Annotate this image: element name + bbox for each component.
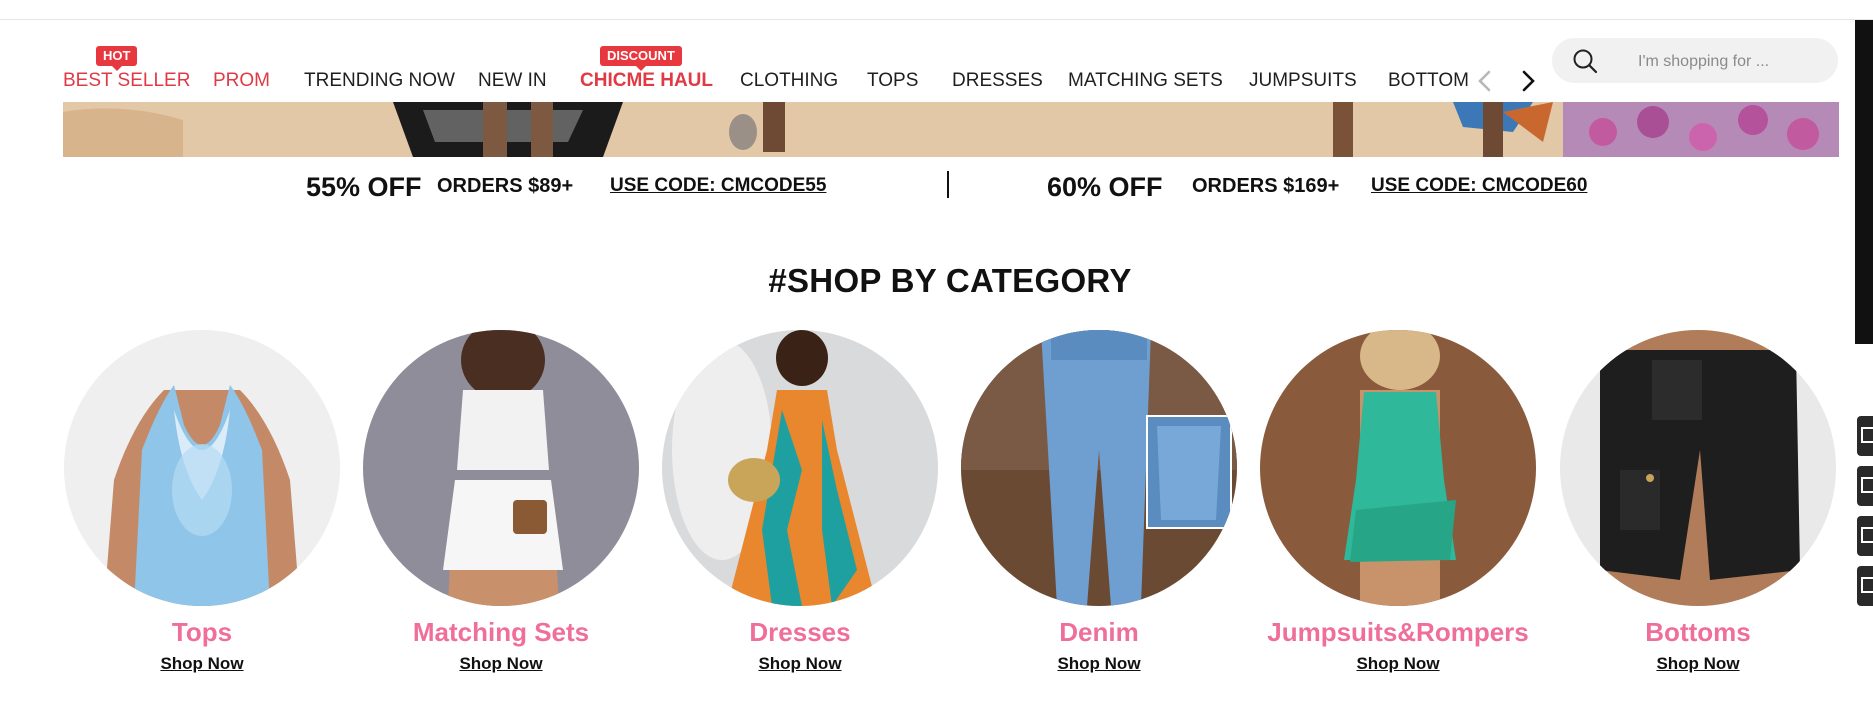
shop-now-link-bottoms[interactable]: Shop Now (1560, 654, 1836, 674)
chevron-right-icon[interactable] (1513, 64, 1543, 98)
category-card-jumpsuits-rompers: Jumpsuits&Rompers Shop Now (1260, 330, 1536, 673)
category-image-jumpsuits-rompers[interactable] (1260, 330, 1536, 606)
back-to-top-icon[interactable] (1857, 566, 1873, 606)
category-card-dresses: Dresses Shop Now (662, 330, 938, 673)
nav-dresses[interactable]: DRESSES (952, 70, 1043, 92)
promo-code-1[interactable]: USE CODE: CMCODE55 (610, 175, 826, 197)
promo-discount-1: 55% OFF (306, 172, 422, 202)
promo-code-2[interactable]: USE CODE: CMCODE60 (1371, 175, 1587, 197)
shop-now-link-denim[interactable]: Shop Now (961, 654, 1237, 674)
promo-condition-2: ORDERS $169+ (1192, 175, 1340, 197)
category-image-denim[interactable] (961, 330, 1237, 606)
search-input[interactable] (1636, 38, 1830, 85)
category-card-denim: Denim Shop Now (961, 330, 1237, 673)
discount-badge: DISCOUNT (600, 46, 682, 71)
category-image-bottoms[interactable] (1560, 330, 1836, 606)
category-card-matching-sets: Matching Sets Shop Now (363, 330, 639, 673)
search-bar[interactable] (1552, 38, 1838, 85)
side-promo-tab[interactable] (1855, 20, 1873, 344)
promo-condition-1: ORDERS $89+ (437, 175, 574, 197)
chevron-left-icon[interactable] (1470, 64, 1500, 98)
category-card-bottoms: Bottoms Shop Now (1560, 330, 1836, 673)
category-image-dresses[interactable] (662, 330, 938, 606)
nav-best-seller[interactable]: BEST SELLER (63, 70, 190, 92)
promo-divider (947, 171, 949, 198)
side-home-icon[interactable] (1857, 516, 1873, 556)
category-image-tops[interactable] (64, 330, 340, 606)
nav-matching-sets[interactable]: MATCHING SETS (1068, 70, 1223, 92)
nav-tops[interactable]: TOPS (867, 70, 918, 92)
category-card-tops: Tops Shop Now (64, 330, 340, 673)
section-title: #SHOP BY CATEGORY (768, 262, 1132, 299)
promo-discount-2: 60% OFF (1047, 172, 1163, 202)
nav-chicme-haul[interactable]: CHICME HAUL (580, 70, 713, 92)
nav-new-in[interactable]: NEW IN (478, 70, 547, 92)
hero-banner-image[interactable] (63, 102, 1839, 157)
search-icon[interactable] (1572, 48, 1598, 74)
nav-clothing[interactable]: CLOTHING (740, 70, 838, 92)
shop-now-link-matching-sets[interactable]: Shop Now (363, 654, 639, 674)
category-image-matching-sets[interactable] (363, 330, 639, 606)
side-message-icon[interactable] (1857, 466, 1873, 506)
side-coupon-icon[interactable] (1857, 416, 1873, 456)
shop-now-link-jumpsuits-rompers[interactable]: Shop Now (1260, 654, 1536, 674)
hot-badge: HOT (96, 46, 138, 71)
shop-now-link-dresses[interactable]: Shop Now (662, 654, 938, 674)
category-label-bottoms[interactable]: Bottoms (1520, 617, 1873, 648)
shop-now-link-tops[interactable]: Shop Now (64, 654, 340, 674)
nav-jumpsuits[interactable]: JUMPSUITS (1249, 70, 1357, 92)
nav-bottom[interactable]: BOTTOM (1388, 70, 1469, 92)
nav-prom[interactable]: PROM (213, 70, 270, 92)
nav-trending-now[interactable]: TRENDING NOW (304, 70, 455, 92)
